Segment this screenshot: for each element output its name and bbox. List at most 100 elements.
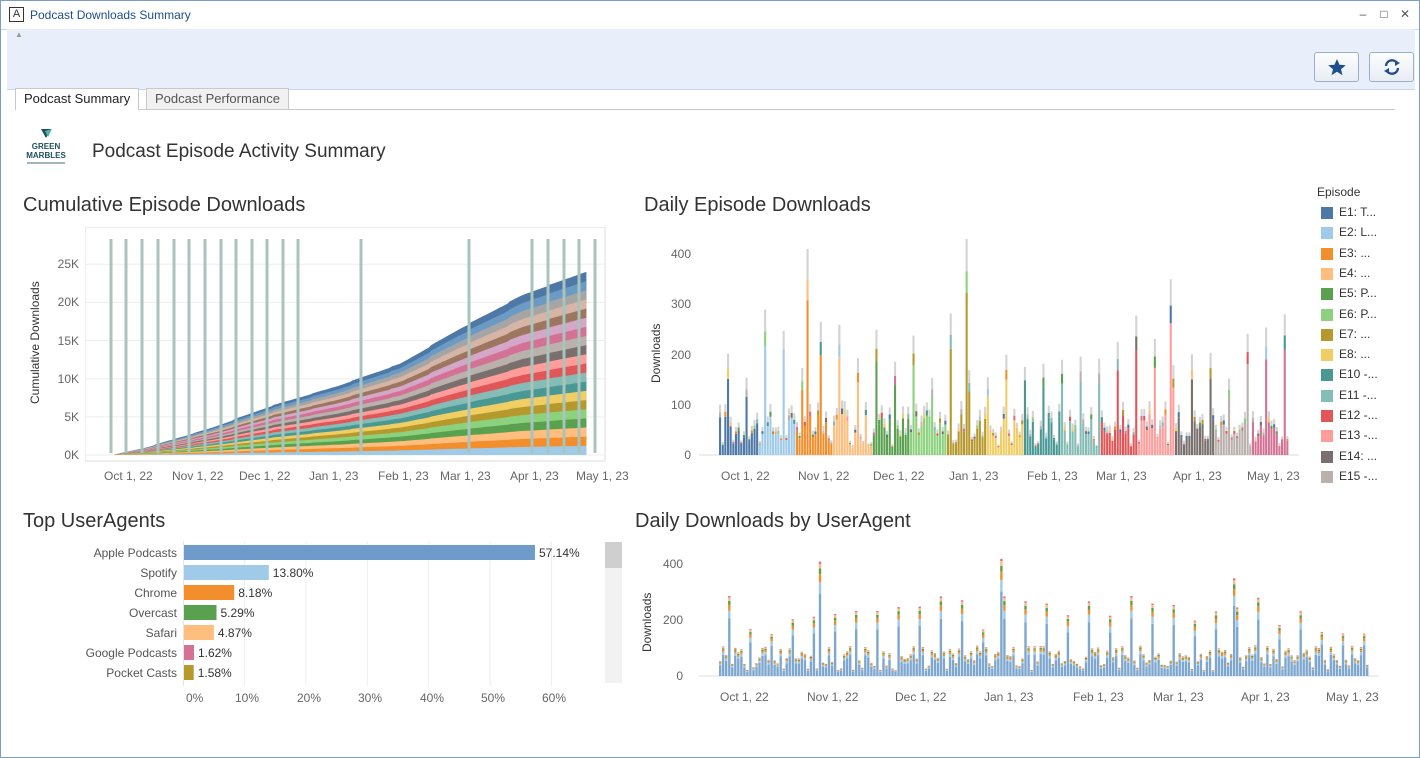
episode-bar-segment [819, 355, 822, 455]
episode-bar-segment [976, 425, 979, 429]
episode-bar-segment [1143, 408, 1146, 416]
useragent-bar-segment [1323, 660, 1327, 662]
useragent-bar-segment [1099, 666, 1103, 667]
useragent-bar-segment [1178, 655, 1181, 658]
episode-bar-segment [957, 423, 960, 429]
useragent-bar-segment [903, 663, 906, 676]
useragent-bar-segment [858, 661, 861, 663]
useragent-scroll-thumb[interactable] [605, 542, 622, 568]
useragent-x-tick: 20% [297, 691, 322, 705]
useragent-bar-segment [897, 619, 900, 627]
episode-bar-segment [1129, 445, 1132, 447]
episode-bar-segment [811, 437, 814, 455]
useragent-bar-segment [794, 659, 797, 661]
episode-bar-segment [1148, 409, 1151, 415]
useragent-bar-segment [1302, 654, 1305, 656]
episode-bar-segment [986, 396, 989, 455]
episode-bar-segment [790, 405, 793, 413]
episode-bar-segment [1228, 397, 1231, 455]
episode-bar-segment [748, 439, 751, 442]
star-icon [1328, 59, 1346, 76]
useragent-bar-segment [888, 659, 891, 676]
episode-bar-segment [843, 401, 846, 410]
refresh-button[interactable] [1369, 52, 1414, 82]
episode-bar-segment [955, 441, 958, 444]
useragent-bar-segment [1163, 666, 1166, 667]
useragent-bar-segment [1121, 654, 1124, 676]
episode-bar-segment [769, 411, 772, 417]
useragent-bar-segment [939, 605, 943, 611]
useragent-bar-segment [1069, 664, 1073, 676]
maximize-icon[interactable]: □ [1377, 7, 1391, 21]
useragent-bar-segment [867, 654, 870, 658]
useragent-bar-segment [1054, 655, 1057, 657]
episode-bar-segment [1047, 413, 1050, 418]
useragent-bar-segment [773, 662, 776, 664]
episode-bar-segment [965, 239, 968, 272]
useragent-bar-segment [1305, 650, 1308, 652]
episode-bar-segment [774, 434, 777, 455]
episode-bar-segment [947, 430, 950, 435]
useragent-bar-segment [1018, 668, 1021, 670]
episode-bar-segment [920, 425, 923, 455]
useragent-bar-segment [794, 661, 797, 664]
useragent-bar-segment [897, 614, 900, 620]
useragent-bar-segment [960, 608, 964, 614]
useragent-bar-segment [725, 658, 728, 661]
episode-bar-segment [1108, 429, 1111, 433]
episode-bar-segment [907, 406, 910, 414]
useragent-bar-segment [1084, 660, 1088, 663]
tab-podcast-performance[interactable]: Podcast Performance [146, 88, 290, 109]
episode-bar-segment [1100, 410, 1103, 418]
useragent-bar-segment [779, 653, 782, 657]
useragent-bar-segment [1220, 652, 1224, 654]
useragent-bar-segment [824, 666, 828, 668]
episode-bar-segment [891, 445, 894, 447]
close-icon[interactable]: ✕ [1398, 7, 1412, 21]
useragent-bar-segment [1220, 658, 1224, 676]
useragent-bar-segment [1275, 663, 1278, 676]
episode-bar-segment [737, 427, 740, 431]
episode-bar-segment [1055, 443, 1058, 445]
useragent-bar-segment [1157, 656, 1160, 658]
useragent-bar-segment [1302, 653, 1305, 655]
episode-bar-segment [1098, 373, 1101, 383]
useragent-bar-segment [1275, 661, 1278, 663]
useragent-bar-segment [1356, 661, 1360, 662]
useragent-bar-segment [1359, 650, 1363, 653]
useragent-bar-segment [1266, 646, 1269, 647]
useragent-bar-segment [906, 659, 909, 661]
useragent-bar-segment [818, 568, 822, 575]
daily-episode-y-tick: 400 [670, 247, 691, 262]
episode-bar-segment [1135, 315, 1138, 337]
useragent-bar-segment [1193, 630, 1197, 636]
episode-bar-segment [1249, 443, 1252, 446]
useragent-bar-segment [1112, 657, 1115, 658]
episode-bar-segment [1132, 434, 1135, 455]
useragent-bar-segment [1042, 646, 1045, 647]
episode-bar-segment [878, 420, 881, 425]
useragent-bar-segment [758, 657, 761, 659]
useragent-bar-segment [1248, 650, 1251, 653]
collapse-arrow-icon[interactable]: ▲ [15, 30, 23, 39]
useragent-bar-segment [1178, 659, 1181, 676]
episode-bar-segment [1204, 440, 1207, 455]
useragent-bar-segment [906, 658, 909, 660]
useragent-bar-segment [1139, 647, 1142, 649]
episode-bar-segment [1228, 378, 1231, 390]
episode-bar-segment [1010, 444, 1013, 455]
useragent-bar-segment [1199, 660, 1203, 676]
useragent-bar-segment [1302, 652, 1305, 654]
useragent-bar-segment [948, 654, 952, 657]
favorite-button[interactable] [1314, 52, 1359, 82]
episode-bar-segment [1140, 416, 1143, 421]
episode-bar-segment [949, 334, 952, 349]
useragent-bar-segment [1233, 580, 1236, 585]
tab-podcast-summary[interactable]: Podcast Summary [15, 88, 140, 110]
useragent-bar-segment [827, 652, 831, 656]
useragent-bar-segment [725, 660, 728, 676]
useragent-bar-segment [1284, 650, 1287, 652]
useragent-bar-segment [1175, 663, 1178, 665]
episode-bar-segment [1023, 389, 1026, 455]
minimize-icon[interactable]: – [1356, 7, 1370, 21]
